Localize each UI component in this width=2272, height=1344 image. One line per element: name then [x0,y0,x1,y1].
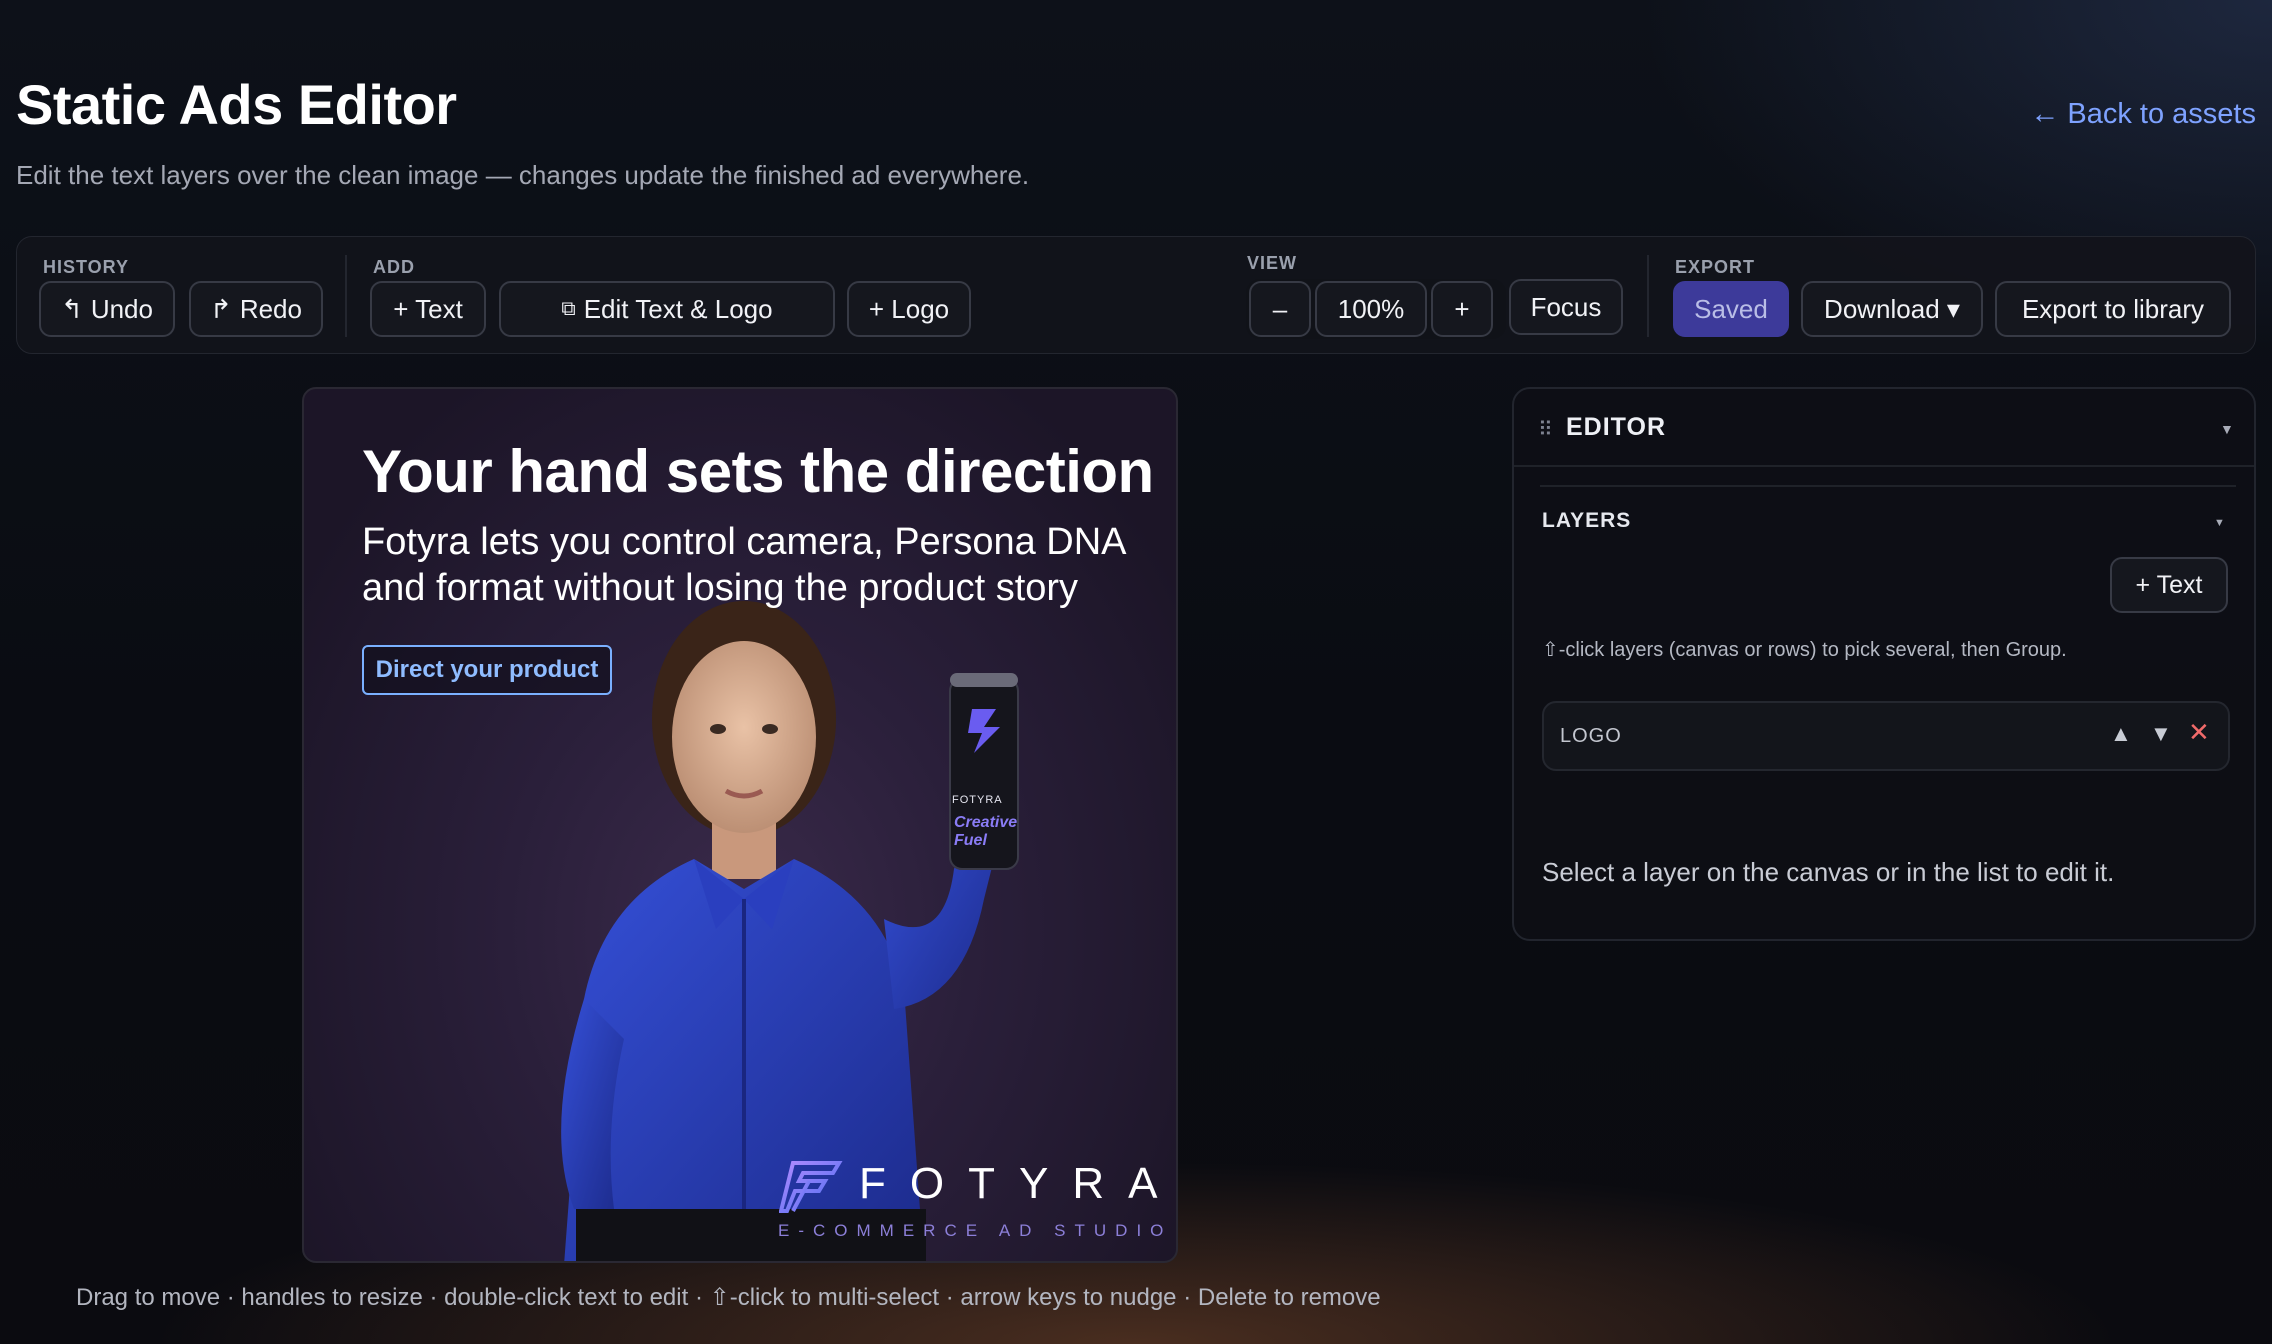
divider [1540,485,2236,487]
undo-label: Undo [90,293,153,324]
download-button[interactable]: Download ▾ [1801,281,1983,337]
saved-button[interactable]: Saved [1673,281,1789,337]
export-label: EXPORT [1675,257,1756,277]
undo-button[interactable]: ↰ Undo [39,281,175,337]
logo-wordmark[interactable]: FOTYRA [859,1159,1176,1209]
empty-selection-message: Select a layer on the canvas or in the l… [1542,857,2115,887]
focus-button[interactable]: Focus [1509,279,1623,335]
view-label: VIEW [1247,253,1298,273]
page-title: Static Ads Editor [16,73,457,136]
move-down-icon[interactable]: ▼ [2150,721,2172,747]
redo-label: Redo [239,293,302,324]
can-tagline-text: Creative Fuel [954,814,1018,849]
layer-name: LOGO [1560,725,1622,747]
zoom-in-button[interactable]: + [1431,281,1493,337]
add-text-layer-button[interactable]: + Text [2110,557,2228,613]
zoom-out-button[interactable]: – [1249,281,1311,337]
redo-icon: ↱ [210,293,232,324]
toolbar-divider [1647,255,1649,337]
ad-body-text[interactable]: Fotyra lets you control camera, Persona … [362,519,1142,611]
back-to-assets-link[interactable]: ← Back to assets [2030,98,2256,131]
edit-text-logo-button[interactable]: ⧉ Edit Text & Logo [499,281,835,337]
zoom-level[interactable]: 100% [1315,281,1427,337]
toolbar-divider [345,255,347,337]
add-text-button[interactable]: + Text [370,281,486,337]
ad-cta-button[interactable]: Direct your product [362,645,612,695]
undo-icon: ↰ [61,293,83,324]
layers-title: LAYERS [1542,509,1632,532]
move-up-icon[interactable]: ▲ [2110,721,2132,747]
logo-tagline: E-COMMERCE AD STUDIO [778,1221,1173,1240]
can-brand-text: FOTYRA [952,794,1003,806]
layer-row[interactable]: LOGO ▲ ▼ ✕ [1542,701,2230,771]
add-logo-button[interactable]: + Logo [847,281,971,337]
keyboard-hint: Drag to move · handles to resize · doubl… [76,1284,1381,1311]
delete-icon[interactable]: ✕ [2188,717,2210,748]
layers-icon: ⧉ [561,297,576,320]
editor-header[interactable]: ⠿ EDITOR ▼ [1514,389,2254,467]
ad-headline[interactable]: Your hand sets the direction [362,437,1154,506]
toolbar: HISTORY ↰ Undo ↱ Redo ADD + Text ⧉ Edit … [16,236,2256,354]
edit-text-logo-label: Edit Text & Logo [583,293,773,324]
page-subtitle: Edit the text layers over the clean imag… [16,160,1030,190]
drag-handle-icon[interactable]: ⠿ [1538,417,1553,442]
ad-canvas[interactable]: FOTYRA Creative Fuel Your hand sets the … [302,387,1178,1263]
export-to-library-button[interactable]: Export to library [1995,281,2231,337]
history-label: HISTORY [43,257,130,277]
editor-panel: ⠿ EDITOR ▼ LAYERS ▼ + Text ⇧-click layer… [1512,387,2256,941]
chevron-down-icon[interactable]: ▼ [2214,517,2225,529]
chevron-down-icon[interactable]: ▼ [2220,421,2234,437]
editor-title: EDITOR [1566,413,1666,441]
multi-select-hint: ⇧-click layers (canvas or rows) to pick … [1542,639,2067,661]
fotyra-logo-icon[interactable] [779,1159,843,1215]
redo-button[interactable]: ↱ Redo [189,281,323,337]
add-label: ADD [373,257,415,277]
